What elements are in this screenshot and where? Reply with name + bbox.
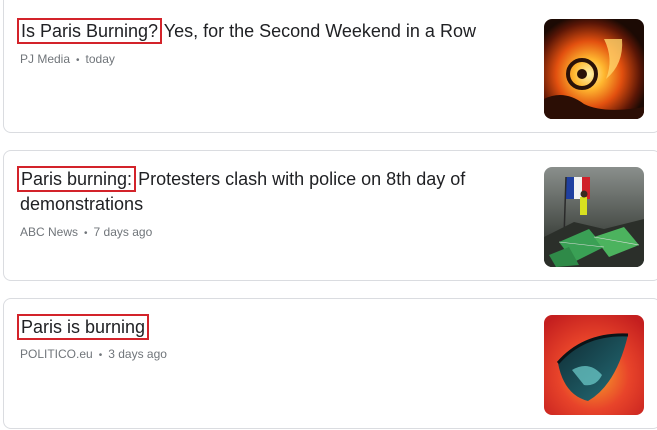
timestamp: 3 days ago <box>108 347 167 361</box>
separator-dot: • <box>76 55 80 66</box>
protest-barricade-thumbnail[interactable] <box>544 167 644 267</box>
burning-globe-thumbnail[interactable] <box>544 315 644 415</box>
headline-text: Yes, for the Second Weekend in a Row <box>159 21 476 41</box>
article-meta: POLITICO.eu • 3 days ago <box>20 347 167 361</box>
timestamp: 7 days ago <box>93 225 153 239</box>
timestamp: today <box>85 52 115 66</box>
headline-link[interactable]: Is Paris Burning? Yes, for the Second We… <box>16 18 520 44</box>
burning-car-thumbnail[interactable] <box>544 19 644 119</box>
article-meta: ABC News • 7 days ago <box>20 225 152 239</box>
source-name: ABC News <box>20 225 79 239</box>
highlighted-phrase: Paris burning: <box>16 166 137 192</box>
headline-link[interactable]: Paris burning: Protesters clash with pol… <box>16 166 520 217</box>
highlighted-phrase: Paris is burning <box>16 314 150 340</box>
headline-link[interactable]: Paris is burning <box>16 314 520 340</box>
highlighted-phrase: Is Paris Burning? <box>16 18 163 44</box>
news-card[interactable]: Is Paris Burning? Yes, for the Second We… <box>3 0 657 133</box>
news-card[interactable]: Paris is burning POLITICO.eu • 3 days ago <box>3 298 657 429</box>
source-name: PJ Media <box>20 52 71 66</box>
news-card[interactable]: Paris burning: Protesters clash with pol… <box>3 150 657 281</box>
separator-dot: • <box>84 228 88 239</box>
article-meta: PJ Media • today <box>20 52 115 66</box>
separator-dot: • <box>98 350 103 361</box>
source-name: POLITICO.eu <box>20 347 93 361</box>
